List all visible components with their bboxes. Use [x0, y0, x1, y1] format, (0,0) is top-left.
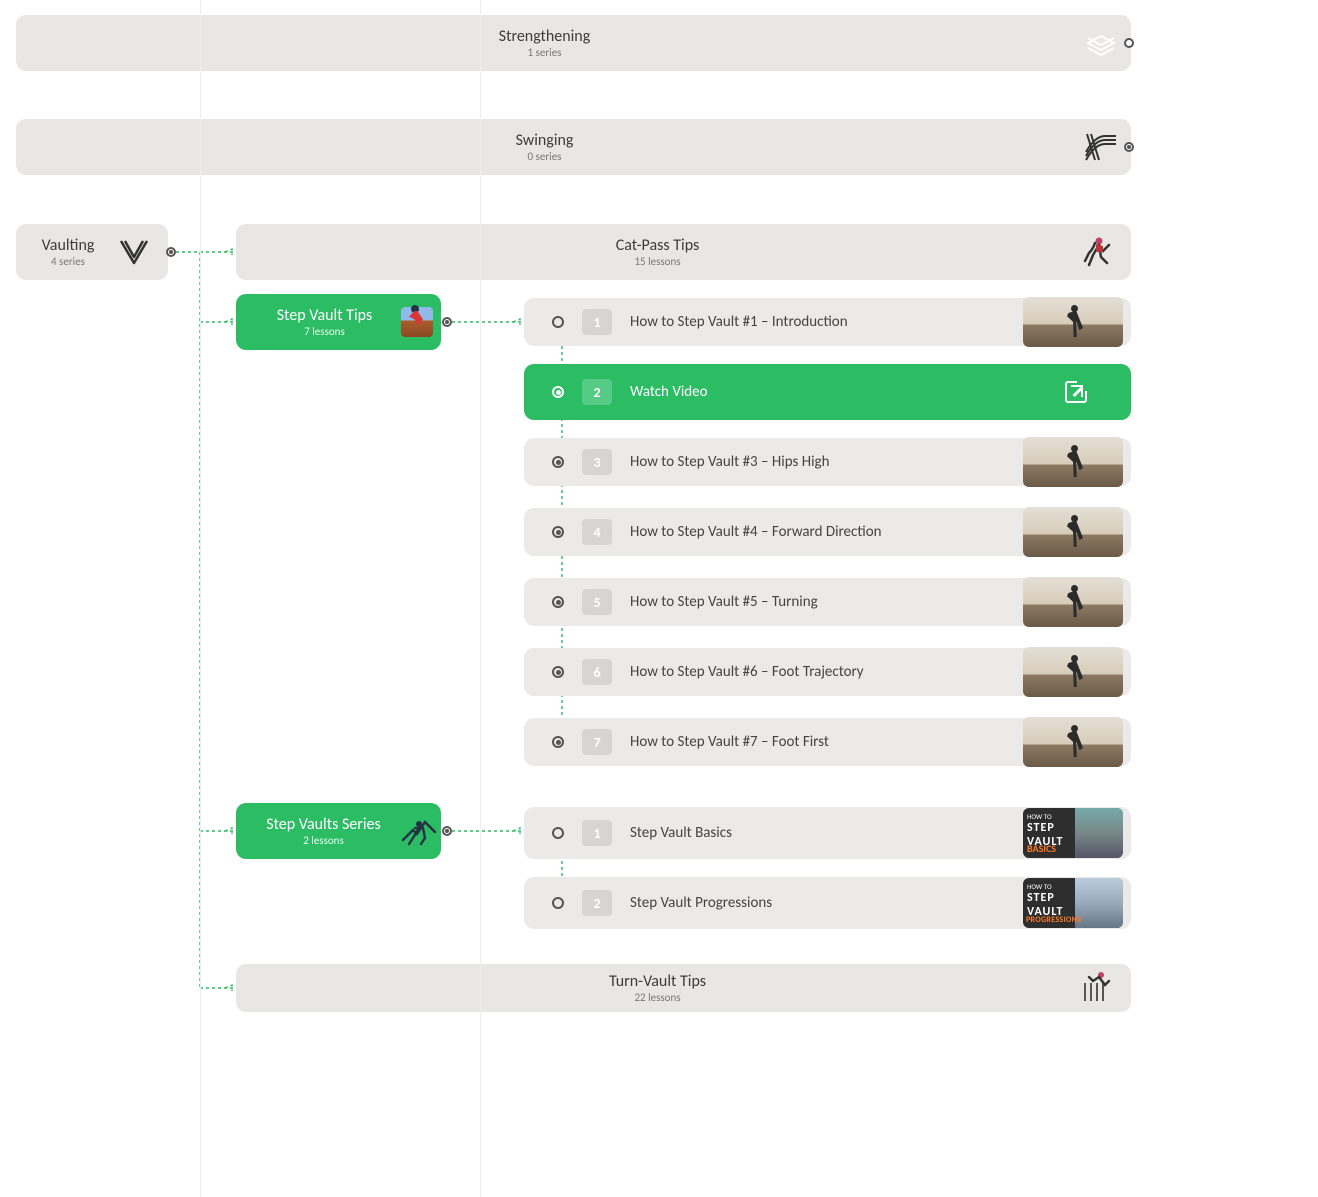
catpass-title: Cat-Pass Tips	[236, 236, 1079, 255]
lesson-number: 5	[582, 589, 612, 615]
strengthening-expand-dot[interactable]	[1124, 38, 1134, 48]
lesson-number: 4	[582, 519, 612, 545]
stepvaults-series-icon	[401, 816, 433, 846]
category-vaulting[interactable]: Vaulting 4 series	[16, 224, 168, 280]
lesson-label: How to Step Vault #3 – Hips High	[630, 453, 1023, 471]
lesson-thumb	[1023, 717, 1123, 767]
series-turnvault[interactable]: Turn-Vault Tips 22 lessons	[236, 964, 1131, 1012]
series-stepvaults-series[interactable]: Step Vaults Series 2 lessons	[236, 803, 441, 859]
vaulting-title: Vaulting	[30, 236, 106, 255]
stepvaults-series-title: Step Vaults Series	[246, 815, 401, 834]
lesson-label: Watch Video	[630, 383, 1065, 401]
lesson-number: 7	[582, 729, 612, 755]
swinging-icon	[1081, 127, 1121, 167]
open-external-icon[interactable]	[1065, 381, 1087, 403]
catpass-sub: 15 lessons	[236, 255, 1079, 268]
lesson-tips-3[interactable]: 3 How to Step Vault #3 – Hips High	[524, 438, 1131, 486]
series-catpass[interactable]: Cat-Pass Tips 15 lessons	[236, 224, 1131, 280]
stepvault-tips-sub: 7 lessons	[248, 325, 401, 338]
lesson-tips-6[interactable]: 6 How to Step Vault #6 – Foot Trajectory	[524, 648, 1131, 696]
lesson-thumb	[1023, 437, 1123, 487]
strengthening-title: Strengthening	[16, 27, 1073, 46]
guide-line-2	[480, 0, 481, 1197]
lesson-status-dot	[552, 827, 564, 839]
lesson-tips-1[interactable]: 1 How to Step Vault #1 – Introduction	[524, 298, 1131, 346]
lesson-tips-4[interactable]: 4 How to Step Vault #4 – Forward Directi…	[524, 508, 1131, 556]
lesson-status-dot	[552, 526, 564, 538]
stepvaults-series-sub: 2 lessons	[246, 834, 401, 847]
turnvault-icon	[1079, 971, 1119, 1005]
lesson-status-dot	[552, 666, 564, 678]
swinging-title: Swinging	[16, 131, 1073, 150]
swinging-sub: 0 series	[16, 150, 1073, 163]
lesson-thumb	[1023, 647, 1123, 697]
lesson-thumb	[1023, 507, 1123, 557]
turnvault-title: Turn-Vault Tips	[236, 972, 1079, 991]
vaulting-expand-dot[interactable]	[166, 247, 176, 257]
lesson-label: How to Step Vault #1 – Introduction	[630, 313, 1023, 331]
lesson-label: Step Vault Progressions	[630, 894, 1023, 912]
lesson-label: How to Step Vault #7 – Foot First	[630, 733, 1023, 751]
lesson-status-dot	[552, 316, 564, 328]
lesson-label: How to Step Vault #5 – Turning	[630, 593, 1023, 611]
lesson-thumb	[1023, 577, 1123, 627]
lesson-status-dot	[552, 456, 564, 468]
strengthening-sub: 1 series	[16, 46, 1073, 59]
lesson-label: How to Step Vault #4 – Forward Direction	[630, 523, 1023, 541]
lesson-number: 6	[582, 659, 612, 685]
lesson-label: Step Vault Basics	[630, 824, 1023, 842]
stepvault-tips-title: Step Vault Tips	[248, 306, 401, 325]
category-strengthening[interactable]: Strengthening 1 series	[16, 15, 1131, 71]
lesson-thumb	[1023, 297, 1123, 347]
stepvaults-series-expand-dot[interactable]	[442, 826, 452, 836]
lesson-series-2[interactable]: 2 Step Vault Progressions HOW TO STEPVAU…	[524, 877, 1131, 929]
lesson-status-dot	[552, 897, 564, 909]
lesson-number: 2	[582, 379, 612, 405]
lesson-status-dot	[552, 386, 564, 398]
catpass-icon	[1079, 235, 1119, 269]
series-stepvault-tips[interactable]: Step Vault Tips 7 lessons	[236, 294, 441, 350]
swinging-expand-dot[interactable]	[1124, 142, 1134, 152]
turnvault-sub: 22 lessons	[236, 991, 1079, 1004]
stepvault-tips-expand-dot[interactable]	[442, 317, 452, 327]
lesson-tips-2-active[interactable]: 2 Watch Video	[524, 364, 1131, 420]
lesson-number: 2	[582, 890, 612, 916]
lesson-status-dot	[552, 596, 564, 608]
lesson-label: How to Step Vault #6 – Foot Trajectory	[630, 663, 1023, 681]
lesson-number: 3	[582, 449, 612, 475]
lesson-number: 1	[582, 820, 612, 846]
lesson-status-dot	[552, 736, 564, 748]
lesson-number: 1	[582, 309, 612, 335]
lesson-thumb-progressions: HOW TO STEPVAULT PROGRESSIONS	[1023, 878, 1123, 928]
lesson-thumb-basics: HOW TO STEPVAULT BASICS	[1023, 808, 1123, 858]
lesson-tips-7[interactable]: 7 How to Step Vault #7 – Foot First	[524, 718, 1131, 766]
vaulting-sub: 4 series	[30, 255, 106, 268]
stepvault-tips-icon	[401, 307, 433, 337]
lesson-tips-5[interactable]: 5 How to Step Vault #5 – Turning	[524, 578, 1131, 626]
strengthening-icon	[1081, 23, 1121, 63]
vaulting-icon	[114, 232, 154, 272]
lesson-series-1[interactable]: 1 Step Vault Basics HOW TO STEPVAULT BAS…	[524, 807, 1131, 859]
category-swinging[interactable]: Swinging 0 series	[16, 119, 1131, 175]
guide-line-1	[200, 0, 201, 1197]
